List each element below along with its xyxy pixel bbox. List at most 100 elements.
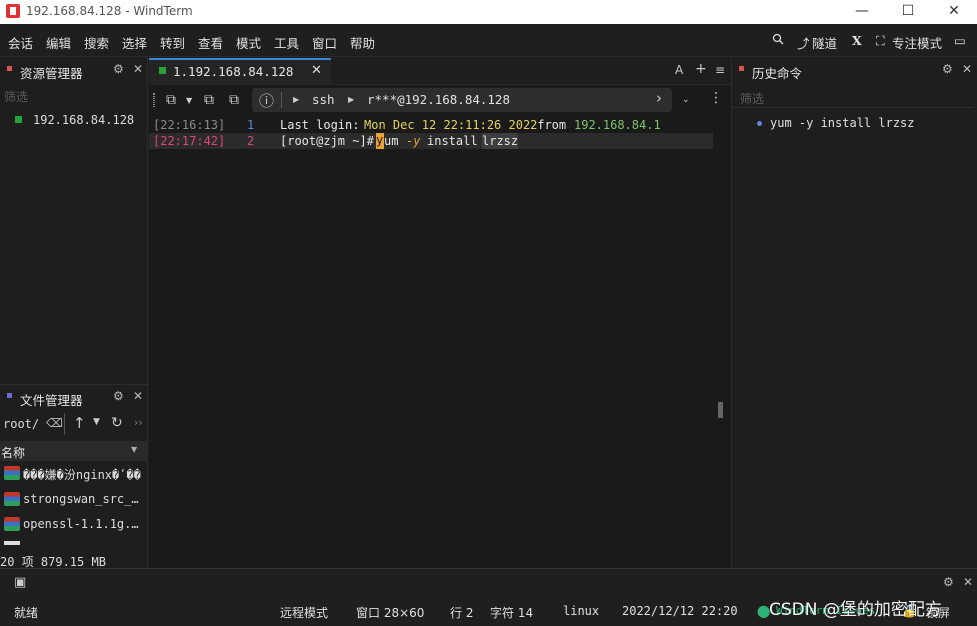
layout-toggle-icon[interactable]: ▭	[954, 33, 966, 48]
close-tab-icon[interactable]: ✕	[311, 63, 322, 78]
focus-mode-button[interactable]: 专注模式	[892, 33, 942, 52]
command-text: um	[384, 134, 399, 148]
address-divider	[281, 92, 282, 108]
more-icon[interactable]: ››	[134, 416, 143, 429]
gear-icon[interactable]: ⚙	[113, 62, 124, 76]
new-session-icon[interactable]: ⧉	[166, 92, 176, 108]
status-area: ▣ ⚙ ✕ 就绪 远程模式 窗口 28×60 行 2 字符 14 linux 2…	[0, 568, 977, 626]
x-server-button[interactable]: X	[852, 33, 862, 48]
close-icon[interactable]: ✕	[133, 62, 143, 76]
history-bullet-icon	[757, 121, 762, 126]
status-datetime: 2022/12/12 22:20	[622, 604, 738, 618]
history-filter-input[interactable]: 筛选	[740, 90, 764, 107]
address-bar[interactable]: ⓘ ▶ ssh ▶ r***@192.168.84.128 ›	[252, 88, 672, 112]
protocol-arrow-icon: ▶	[293, 95, 300, 104]
archive-icon	[4, 517, 20, 531]
gear-icon[interactable]: ⚙	[943, 575, 954, 589]
file-manager-header: 文件管理器 ⚙ ✕	[0, 385, 147, 409]
tab-session[interactable]: 1.192.168.84.128 ✕	[149, 58, 331, 85]
chevron-right-icon[interactable]: ›	[656, 89, 662, 107]
info-icon[interactable]: ⓘ	[259, 90, 274, 111]
panel-marker-icon	[7, 66, 12, 71]
archive-icon	[4, 492, 20, 506]
command-text: install	[427, 134, 478, 148]
chevron-down-icon[interactable]: ▼	[93, 417, 100, 427]
close-icon[interactable]: ✕	[962, 62, 972, 76]
more-options-icon[interactable]: ⋮	[709, 90, 723, 106]
refresh-icon[interactable]: ↻	[111, 415, 123, 431]
minimize-button[interactable]: —	[839, 0, 885, 24]
close-window-button[interactable]: ✕	[931, 0, 977, 24]
resource-filter-input[interactable]: 筛选	[4, 88, 28, 105]
history-header: 历史命令 ⚙ ✕	[732, 58, 977, 82]
tab-label: 1.192.168.84.128	[173, 64, 294, 79]
close-icon[interactable]: ✕	[133, 389, 143, 403]
status-window-size: 窗口 28×60	[356, 606, 425, 620]
close-icon[interactable]: ✕	[963, 575, 973, 589]
column-name[interactable]: 名称	[1, 444, 25, 461]
status-ready: 就绪	[14, 606, 39, 620]
file-list-header[interactable]: 名称 ▼	[0, 441, 148, 461]
session-item-label: 192.168.84.128	[33, 113, 135, 127]
chevron-down-icon[interactable]: ▼	[186, 96, 192, 105]
menu-help[interactable]: 帮助	[350, 33, 375, 52]
file-manager-toolbar: root/ ⌫ ↑ ▼ ↻ ››	[0, 413, 148, 437]
gear-icon[interactable]: ⚙	[113, 389, 124, 403]
history-title: 历史命令	[752, 66, 803, 81]
file-row[interactable]: openssl-1.1.1g.…	[0, 513, 148, 535]
line-timestamp: [22:17:42]	[153, 134, 226, 148]
menu-window[interactable]: 窗口	[312, 33, 337, 52]
drag-handle-icon[interactable]	[153, 93, 155, 107]
font-size-button[interactable]: A	[675, 63, 683, 77]
session-status-icon	[159, 67, 166, 74]
panel-marker-icon	[7, 393, 12, 398]
menu-tools[interactable]: 工具	[274, 33, 299, 52]
history-panel: 历史命令 ⚙ ✕ 筛选 yum -y install lrzsz	[731, 58, 977, 568]
file-row[interactable]: strongswan_src_…	[0, 488, 148, 510]
menu-goto[interactable]: 转到	[160, 33, 185, 52]
status-col: 字符 14	[490, 606, 534, 620]
status-row: 行 2	[450, 606, 474, 620]
line-date: Mon Dec 12 22:11:26 2022	[364, 118, 538, 132]
reconnect-icon[interactable]: ⧉	[229, 92, 239, 108]
history-item-label: yum -y install lrzsz	[770, 116, 915, 130]
divider	[732, 107, 974, 108]
terminal-line: [22:16:13] 1 Last login: Mon Dec 12 22:1…	[149, 117, 713, 133]
menu-select[interactable]: 选择	[122, 33, 147, 52]
history-item[interactable]: yum -y install lrzsz	[732, 116, 977, 136]
menu-session[interactable]: 会话	[8, 33, 33, 52]
menu-edit[interactable]: 编辑	[46, 33, 71, 52]
scrollbar-thumb[interactable]	[718, 402, 723, 418]
tunnel-button[interactable]: 隧道	[812, 33, 837, 52]
tab-menu-button[interactable]: ≡	[715, 63, 725, 77]
archive-icon	[4, 466, 20, 480]
path-divider	[64, 413, 65, 435]
up-arrow-icon[interactable]: ↑	[73, 414, 86, 432]
new-tab-button[interactable]: +	[695, 61, 707, 77]
status-os: linux	[563, 604, 600, 618]
maximize-button[interactable]: ☐	[885, 0, 931, 24]
chevron-down-icon[interactable]: ⌄	[682, 95, 690, 105]
status-mode[interactable]: 远程模式	[280, 604, 328, 621]
line-number: 2	[247, 134, 255, 148]
terminal-line-active: [22:17:42] 2 [root@zjm ~]# y um -y insta…	[149, 133, 713, 149]
menu-view[interactable]: 查看	[198, 33, 223, 52]
path-input[interactable]: root/	[3, 417, 39, 431]
clear-path-icon[interactable]: ⌫	[46, 416, 63, 430]
file-row[interactable]: ���嫌�汾nginx�ʹ��	[0, 462, 148, 484]
search-icon[interactable]	[772, 33, 784, 48]
line-text: from	[530, 118, 574, 132]
output-panel-icon[interactable]: ▣	[14, 575, 26, 590]
session-item[interactable]: 192.168.84.128	[0, 110, 148, 130]
windterm-logo-icon	[6, 4, 20, 18]
tunnel-icon: ⤴	[797, 36, 810, 51]
sort-icon[interactable]: ▼	[131, 445, 137, 454]
file-name: ���嫌�汾nginx�ʹ��	[23, 468, 141, 482]
file-manager-panel: 文件管理器 ⚙ ✕ root/ ⌫ ↑ ▼ ↻ ›› 名称 ▼ ���嫌�汾ng…	[0, 384, 148, 569]
terminal-output[interactable]: [22:16:13] 1 Last login: Mon Dec 12 22:1…	[149, 117, 731, 567]
menu-mode[interactable]: 模式	[236, 33, 261, 52]
duplicate-session-icon[interactable]: ⧉	[204, 92, 214, 108]
gear-icon[interactable]: ⚙	[942, 62, 953, 76]
cursor: y	[376, 133, 384, 149]
menu-search[interactable]: 搜索	[84, 33, 109, 52]
